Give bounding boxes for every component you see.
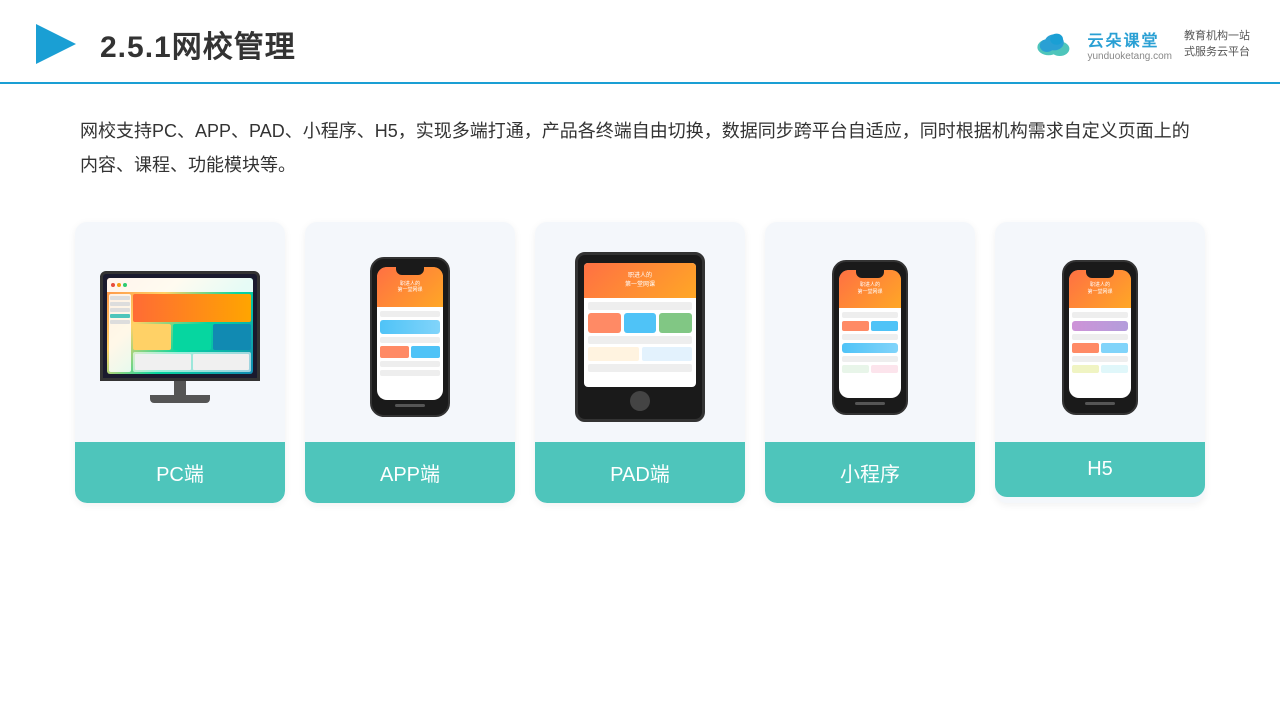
phone-app-icon: 职进人的第一堂网课 (370, 257, 450, 417)
card-miniprogram: 职进人的第一堂网课 (765, 222, 975, 503)
card-miniprogram-image: 职进人的第一堂网课 (765, 222, 975, 442)
card-pad-image: 职进人的第一堂网课 (535, 222, 745, 442)
card-app-image: 职进人的第一堂网课 (305, 222, 515, 442)
card-pc-label: PC端 (75, 442, 285, 503)
card-app-label: APP端 (305, 442, 515, 503)
description-content: 网校支持PC、APP、PAD、小程序、H5，实现多端打通，产品各终端自由切换，数… (80, 121, 1190, 175)
cards-container: PC端 职进人的第一堂网课 (0, 212, 1280, 523)
header-left: 2.5.1网校管理 (30, 18, 296, 70)
header: 2.5.1网校管理 云朵课堂 yunduoketang.com 教育机构一站 式… (0, 0, 1280, 84)
brand-name: 云朵课堂 (1087, 27, 1159, 51)
brand-slogan: 教育机构一站 式服务云平台 (1184, 28, 1250, 61)
card-h5-label: H5 (995, 442, 1205, 497)
phone-mini-icon: 职进人的第一堂网课 (832, 260, 908, 415)
card-pc: PC端 (75, 222, 285, 503)
card-pad: 职进人的第一堂网课 (535, 222, 745, 503)
card-pc-image (75, 222, 285, 442)
logo-arrow-icon (30, 18, 82, 70)
cloud-icon (1031, 26, 1079, 62)
card-miniprogram-label: 小程序 (765, 442, 975, 503)
pc-monitor-icon (100, 271, 260, 403)
card-app: 职进人的第一堂网课 AP (305, 222, 515, 503)
description-text: 网校支持PC、APP、PAD、小程序、H5，实现多端打通，产品各终端自由切换，数… (0, 84, 1280, 202)
card-pad-label: PAD端 (535, 442, 745, 503)
phone-h5-icon: 职进人的第一堂网课 (1062, 260, 1138, 415)
tablet-pad-icon: 职进人的第一堂网课 (575, 252, 705, 422)
brand-text: 云朵课堂 yunduoketang.com (1087, 27, 1172, 62)
brand-logo: 云朵课堂 yunduoketang.com 教育机构一站 式服务云平台 (1031, 26, 1250, 62)
page-title: 2.5.1网校管理 (100, 22, 296, 66)
card-h5-image: 职进人的第一堂网课 (995, 222, 1205, 442)
brand-url: yunduoketang.com (1087, 51, 1172, 62)
brand-logo-area: 云朵课堂 yunduoketang.com 教育机构一站 式服务云平台 (1031, 26, 1250, 62)
card-h5: 职进人的第一堂网课 (995, 222, 1205, 503)
